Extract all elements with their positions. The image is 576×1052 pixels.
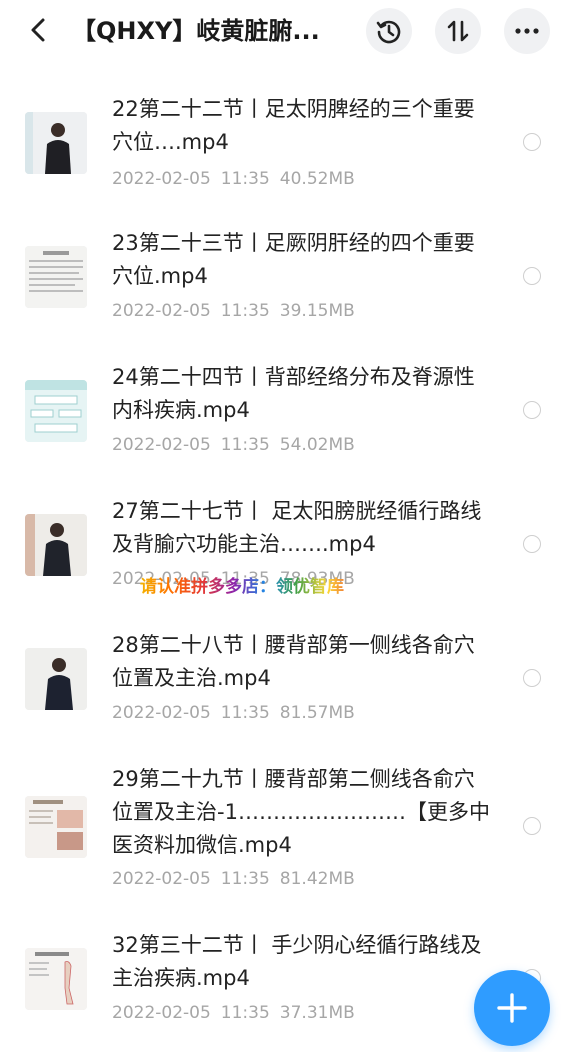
file-meta: 2022-02-05 11:35 40.52MB (112, 168, 365, 190)
add-button[interactable] (474, 970, 550, 1046)
page-title: 【QHXY】岐黄脏腑... (72, 17, 320, 45)
history-button[interactable] (366, 8, 412, 54)
file-time: 11:35 (220, 869, 270, 889)
file-time: 11:35 (220, 301, 270, 321)
chevron-left-icon (31, 18, 45, 42)
select-radio[interactable] (523, 535, 541, 553)
file-name: 27第二十七节丨 足太阳膀胱经循行路线及背腧穴功能主治…….mp4 (112, 499, 482, 556)
file-name: 29第二十九节丨腰背部第二侧线各俞穴位置及主治-1……………………【更多中医资料… (112, 767, 490, 857)
file-time: 11:35 (220, 1003, 270, 1023)
file-meta: 2022-02-05 11:35 81.57MB (112, 702, 365, 724)
file-name: 22第二十二节丨足太阴脾经的三个重要穴位….mp4 (112, 97, 475, 154)
list-item[interactable]: 23第二十三节丨足厥阴肝经的四个重要穴位.mp4 2022-02-05 11:35… (0, 212, 576, 346)
more-dots-icon (515, 28, 539, 34)
list-item[interactable]: 24第二十四节丨背部经络分布及脊源性内科疾病.mp4 2022-02-05 11:… (0, 346, 576, 480)
file-time: 11:35 (220, 435, 270, 455)
file-name: 32第三十二节丨 手少阴心经循行路线及主治疾病.mp4 (112, 933, 482, 990)
video-thumbnail (25, 246, 87, 308)
file-date: 2022-02-05 (112, 1003, 211, 1023)
select-radio[interactable] (523, 401, 541, 419)
file-meta: 2022-02-05 11:35 37.31MB (112, 1002, 365, 1024)
file-date: 2022-02-05 (112, 703, 211, 723)
file-meta: 2022-02-05 11:35 39.15MB (112, 300, 365, 322)
select-radio[interactable] (523, 817, 541, 835)
file-time: 11:35 (220, 703, 270, 723)
file-size: 54.02MB (279, 435, 355, 455)
file-size: 81.57MB (279, 703, 355, 723)
file-date: 2022-02-05 (112, 869, 211, 889)
file-size: 40.52MB (279, 169, 355, 189)
file-meta: 2022-02-05 11:35 54.02MB (112, 434, 365, 456)
file-size: 39.15MB (279, 301, 355, 321)
top-bar: 【QHXY】岐黄脏腑... (0, 0, 576, 64)
file-date: 2022-02-05 (112, 301, 211, 321)
history-icon (376, 20, 401, 44)
watermark-text: 请认准拼多多店：领优智库 (140, 574, 390, 600)
video-thumbnail (25, 796, 87, 858)
list-item[interactable]: 22第二十二节丨足太阴脾经的三个重要穴位….mp4 2022-02-05 11:3… (0, 78, 576, 212)
sort-icon (447, 20, 469, 42)
file-time: 11:35 (220, 169, 270, 189)
sort-button[interactable] (435, 8, 481, 54)
video-thumbnail (25, 948, 87, 1010)
video-thumbnail (25, 112, 87, 174)
select-radio[interactable] (523, 669, 541, 687)
more-button[interactable] (504, 8, 550, 54)
select-radio[interactable] (523, 133, 541, 151)
file-name: 23第二十三节丨足厥阴肝经的四个重要穴位.mp4 (112, 231, 475, 288)
video-thumbnail (25, 380, 87, 442)
plus-icon (497, 993, 527, 1023)
file-name: 24第二十四节丨背部经络分布及脊源性内科疾病.mp4 (112, 365, 475, 422)
file-meta: 2022-02-05 11:35 81.42MB (112, 868, 365, 890)
file-date: 2022-02-05 (112, 435, 211, 455)
file-date: 2022-02-05 (112, 169, 211, 189)
file-size: 37.31MB (279, 1003, 355, 1023)
list-item[interactable]: 28第二十八节丨腰背部第一侧线各俞穴位置及主治.mp4 2022-02-05 11… (0, 614, 576, 748)
file-size: 81.42MB (279, 869, 355, 889)
video-thumbnail (25, 648, 87, 710)
back-button[interactable] (22, 12, 54, 48)
select-radio[interactable] (523, 267, 541, 285)
video-thumbnail (25, 514, 87, 576)
file-name: 28第二十八节丨腰背部第一侧线各俞穴位置及主治.mp4 (112, 633, 475, 690)
